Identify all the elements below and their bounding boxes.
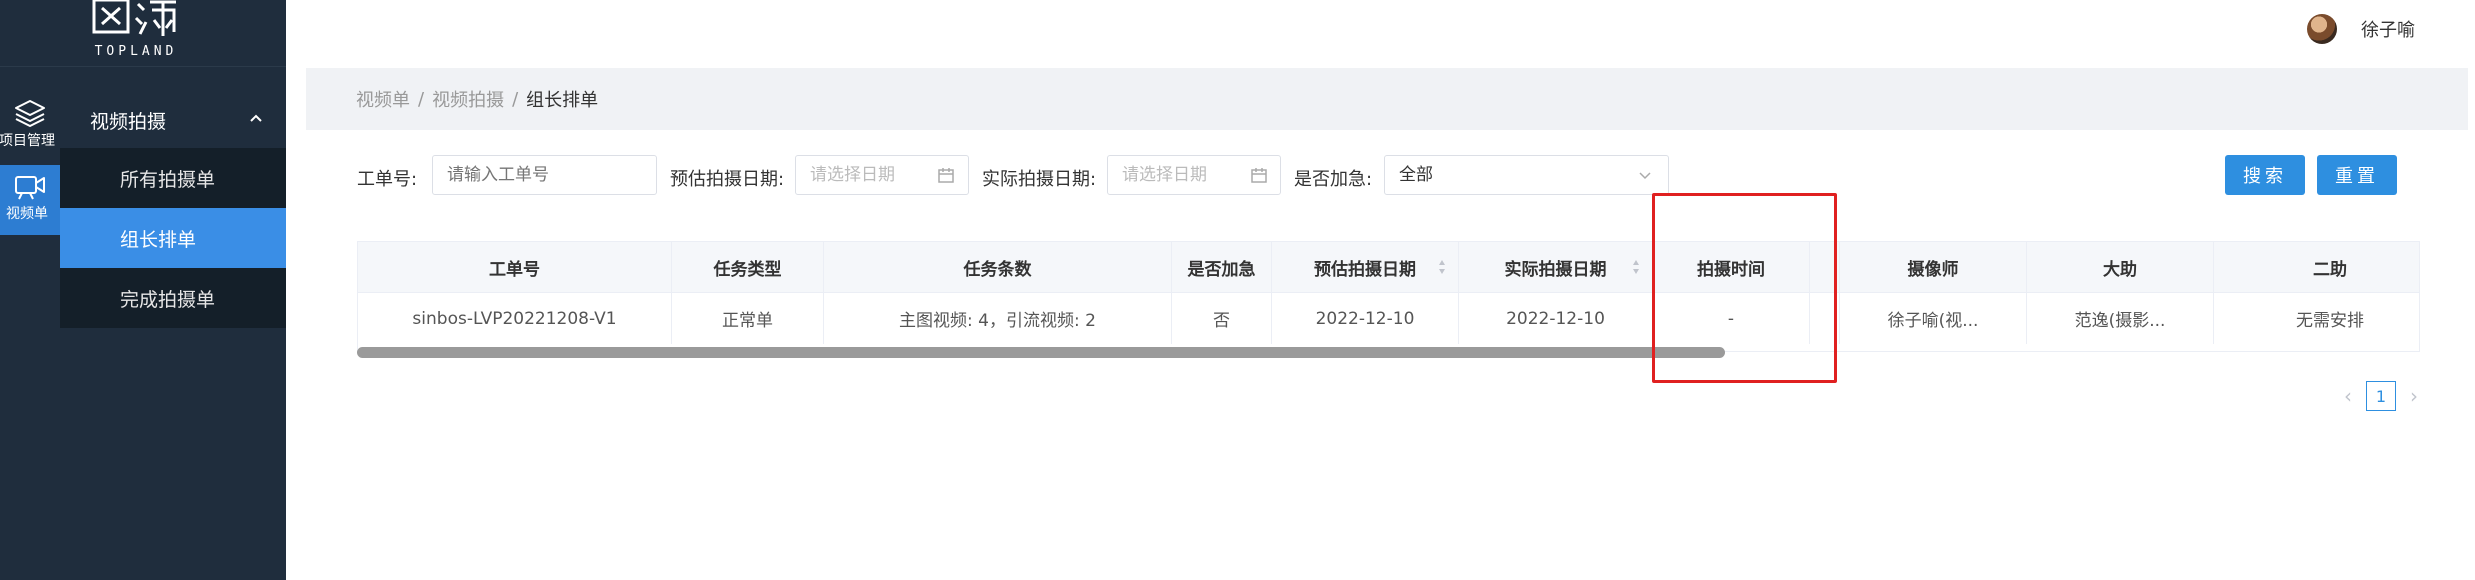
order-no-input[interactable] — [432, 155, 657, 195]
calendar-icon — [938, 168, 954, 183]
submenu-item-completed[interactable]: 完成拍摄单 — [60, 268, 286, 328]
col-shoot-time: 拍摄时间 — [1653, 242, 1810, 292]
urgent-select-value: 全部 — [1399, 165, 1433, 185]
urgent-label: 是否加急: — [1294, 169, 1373, 190]
sort-icon[interactable] — [1438, 258, 1446, 276]
logo-text: TOPLAND — [94, 44, 178, 59]
col-actual-date[interactable]: 实际拍摄日期 — [1459, 242, 1653, 292]
col-task-type: 任务类型 — [672, 242, 824, 292]
top-bar: 徐子喻 — [286, 0, 2475, 68]
user-name: 徐子喻 — [2361, 20, 2415, 41]
search-button[interactable]: 搜索 — [2225, 155, 2305, 195]
next-page-button[interactable]: › — [2402, 384, 2426, 408]
cell-spacer — [1810, 293, 1840, 344]
col-est-date[interactable]: 预估拍摄日期 — [1272, 242, 1459, 292]
cell-assistant2: 无需安排 — [2214, 293, 2419, 344]
sidebar: TOPLAND 项目管理 视频单 视频拍摄 所有拍摄单 组长排单 完成拍摄单 — [0, 0, 286, 580]
col-cameraman: 摄像师 — [1840, 242, 2027, 292]
chevron-up-icon — [250, 114, 262, 122]
video-camera-icon — [15, 176, 45, 200]
col-order-no: 工单号 — [358, 242, 672, 292]
submenu-list: 所有拍摄单 组长排单 完成拍摄单 — [60, 148, 286, 328]
cell-task-count: 主图视频: 4，引流视频: 2 — [824, 293, 1172, 344]
cell-urgent: 否 — [1172, 293, 1272, 344]
col-urgent: 是否加急 — [1172, 242, 1272, 292]
col-assistant2: 二助 — [2214, 242, 2419, 292]
breadcrumb-separator: / — [512, 88, 519, 110]
cell-assistant1: 范逸(摄影... — [2027, 293, 2214, 344]
col-spacer — [1810, 242, 1840, 292]
user-menu[interactable]: 徐子喻 — [2307, 14, 2415, 44]
cell-order-no: sinbos-LVP20221208-V1 — [358, 293, 672, 344]
cell-cameraman: 徐子喻(视... — [1840, 293, 2027, 344]
est-date-label: 预估拍摄日期: — [670, 169, 785, 190]
col-task-count: 任务条数 — [824, 242, 1172, 292]
brand-logo-icon — [92, 0, 176, 36]
est-date-placeholder: 请选择日期 — [810, 165, 895, 185]
calendar-icon — [1251, 168, 1267, 183]
chevron-down-icon — [1639, 172, 1651, 180]
breadcrumb-item-video-orders[interactable]: 视频单 — [356, 86, 410, 112]
sort-icon[interactable] — [1632, 258, 1640, 276]
rail-item-video[interactable]: 视频单 — [0, 165, 60, 235]
pagination: ‹ 1 › — [2336, 381, 2426, 411]
orders-table: 工单号 任务类型 任务条数 是否加急 预估拍摄日期 实际拍摄日期 拍摄时间 摄像… — [357, 241, 2420, 352]
breadcrumb: 视频单 / 视频拍摄 / 组长排单 — [306, 68, 2468, 130]
app-root: TOPLAND 项目管理 视频单 视频拍摄 所有拍摄单 组长排单 完成拍摄单 徐… — [0, 0, 2475, 580]
breadcrumb-item-video-shooting[interactable]: 视频拍摄 — [432, 86, 504, 112]
table-row[interactable]: sinbos-LVP20221208-V1 正常单 主图视频: 4，引流视频: … — [358, 292, 2419, 344]
cell-actual-date: 2022-12-10 — [1459, 293, 1653, 344]
horizontal-scrollbar[interactable] — [357, 347, 1725, 358]
rail-item-projects-label: 项目管理 — [0, 133, 55, 149]
actual-date-label: 实际拍摄日期: — [982, 169, 1097, 190]
submenu-item-all-orders[interactable]: 所有拍摄单 — [60, 148, 286, 208]
page-number[interactable]: 1 — [2366, 381, 2396, 411]
table-header: 工单号 任务类型 任务条数 是否加急 预估拍摄日期 实际拍摄日期 拍摄时间 摄像… — [358, 242, 2419, 292]
submenu-item-leader-schedule[interactable]: 组长排单 — [60, 208, 286, 268]
submenu: 视频拍摄 所有拍摄单 组长排单 完成拍摄单 — [60, 92, 286, 328]
submenu-toggle[interactable]: 视频拍摄 — [60, 92, 286, 148]
order-no-label: 工单号: — [357, 169, 418, 190]
cell-shoot-time: - — [1653, 293, 1810, 344]
layers-icon — [15, 100, 45, 127]
actual-date-placeholder: 请选择日期 — [1122, 165, 1207, 185]
rail-item-video-label: 视频单 — [6, 206, 48, 222]
submenu-title: 视频拍摄 — [90, 110, 167, 133]
rail-item-projects[interactable]: 项目管理 — [0, 92, 60, 162]
logo: TOPLAND — [0, 0, 286, 67]
prev-page-button[interactable]: ‹ — [2336, 384, 2360, 408]
col-assistant1: 大助 — [2027, 242, 2214, 292]
urgent-select[interactable]: 全部 — [1384, 155, 1669, 195]
cell-task-type: 正常单 — [672, 293, 824, 344]
breadcrumb-current: 组长排单 — [526, 90, 599, 111]
breadcrumb-separator: / — [418, 88, 425, 110]
avatar[interactable] — [2307, 14, 2337, 44]
cell-est-date: 2022-12-10 — [1272, 293, 1459, 344]
reset-button[interactable]: 重置 — [2317, 155, 2397, 195]
